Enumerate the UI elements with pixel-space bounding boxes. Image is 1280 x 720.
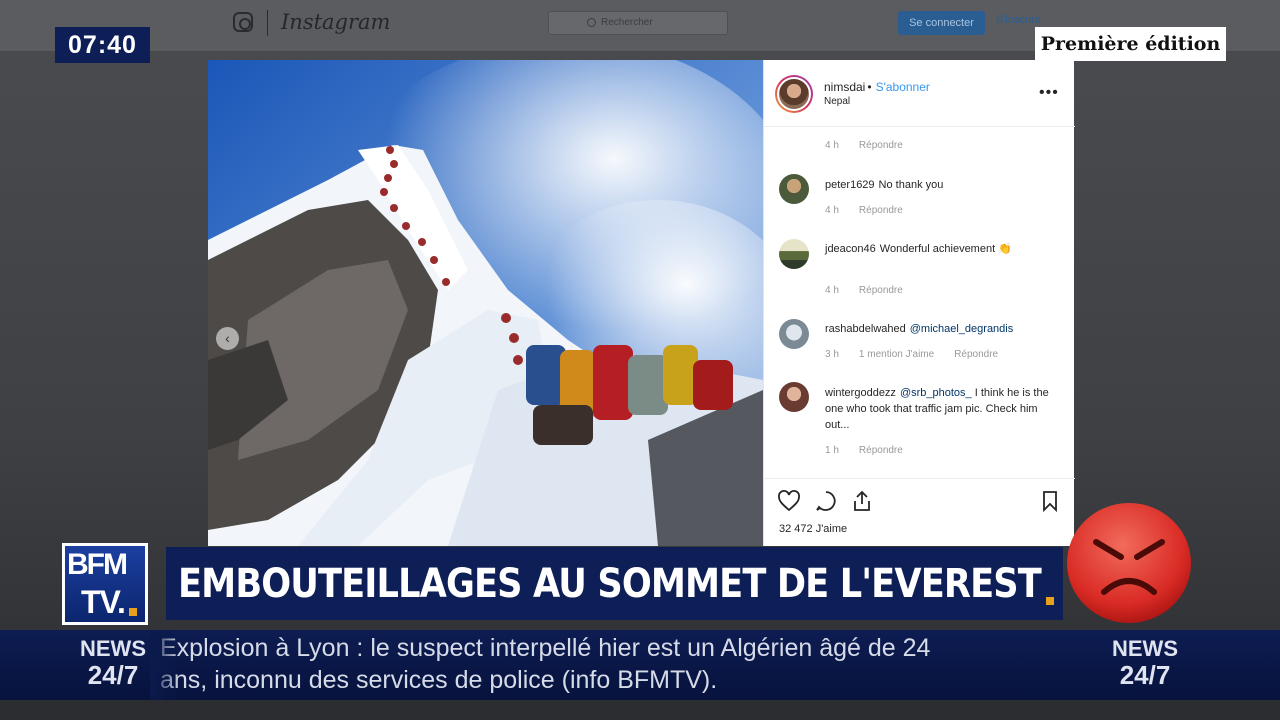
reply-button[interactable]: Répondre	[859, 205, 903, 216]
edition-label: Première édition	[1035, 27, 1226, 61]
comment-text: wintergoddezz @srb_photos_ I think he is …	[825, 387, 1049, 431]
search-placeholder: Rechercher	[601, 17, 653, 28]
follow-button[interactable]: S'abonner	[876, 80, 930, 94]
comment-avatar[interactable]	[779, 382, 809, 412]
share-icon[interactable]	[850, 489, 874, 513]
mention-link[interactable]: @srb_photos_	[900, 387, 972, 399]
logo-line2: TV.	[81, 584, 137, 620]
post-side-panel: nimsdai • S'abonner Nepal ••• 4 h Répondre …	[763, 60, 1075, 546]
comment-meta: 4 h Répondre	[825, 285, 923, 296]
reply-button[interactable]: Répondre	[859, 285, 903, 296]
channel-logo: BFM TV.	[62, 543, 148, 625]
post-actions: 32 472 J'aime	[764, 478, 1075, 546]
author-username[interactable]: nimsdai	[824, 80, 865, 94]
search-input[interactable]: Rechercher	[548, 11, 728, 35]
headline-accent	[1046, 597, 1054, 605]
reply-button[interactable]: Répondre	[859, 445, 903, 456]
headline-text: EMBOUTEILLAGES AU SOMMET DE L'EVEREST	[178, 561, 1042, 607]
post-photo[interactable]	[208, 60, 763, 546]
bottom-strip	[0, 700, 1280, 720]
comment-avatar[interactable]	[779, 319, 809, 349]
comment-meta: 3 h 1 mention J'aime Répondre	[825, 349, 1018, 360]
ticker-line-1: Explosion à Lyon : le suspect interpellé…	[160, 634, 931, 662]
broadcast-clock: 07:40	[55, 27, 150, 63]
signup-link[interactable]: S'inscrire	[996, 14, 1041, 26]
comment-avatar[interactable]	[779, 239, 809, 269]
comments-list: 4 h Répondre peter1629 No thank you 4 h Rép…	[764, 127, 1075, 478]
ticker-fade	[150, 630, 180, 700]
like-count[interactable]: 32 472 J'aime	[779, 523, 847, 535]
comment-username[interactable]: jdeacon46	[825, 243, 876, 255]
mention-link[interactable]: @michael_degrandis	[910, 323, 1014, 335]
comment-time: 1 h	[825, 445, 839, 456]
logo-line1: BFM	[67, 548, 128, 581]
post-author-row: nimsdai • S'abonner Nepal •••	[764, 60, 1075, 127]
comment-avatar[interactable]	[779, 174, 809, 204]
comment-text: peter1629 No thank you	[825, 179, 944, 191]
angry-face-icon	[1067, 503, 1191, 623]
comment-username[interactable]: peter1629	[825, 179, 875, 191]
news-ticker: NEWS 24/7 Explosion à Lyon : le suspect …	[0, 630, 1280, 700]
comment-username[interactable]: rashabdelwahed	[825, 323, 906, 335]
comment-meta: 1 h Répondre	[825, 445, 923, 456]
comment-meta: 4 h Répondre	[825, 205, 923, 216]
comment-time: 4 h	[825, 285, 839, 296]
comment-text: rashabdelwahed @michael_degrandis	[825, 321, 1055, 337]
like-heart-icon[interactable]	[777, 489, 801, 513]
everest-summit-image	[208, 60, 763, 546]
more-options-icon[interactable]: •••	[1039, 84, 1059, 102]
tv-frame: Instagram Rechercher Se connecter S'insc…	[0, 0, 1280, 720]
instagram-camera-icon[interactable]	[233, 12, 253, 32]
headline-banner: EMBOUTEILLAGES AU SOMMET DE L'EVEREST	[166, 547, 1063, 620]
comment-meta: 4 h Répondre	[825, 140, 923, 151]
comment-text: jdeacon46 Wonderful achievement 👏	[825, 243, 1012, 255]
bookmark-icon[interactable]	[1038, 489, 1062, 513]
comment-time: 4 h	[825, 140, 839, 151]
comment-username[interactable]: wintergoddezz	[825, 387, 896, 399]
search-icon	[587, 18, 596, 27]
comment-time: 3 h	[825, 349, 839, 360]
ticker-label-left: NEWS 24/7	[80, 636, 146, 690]
author-avatar[interactable]	[775, 75, 813, 113]
ticker-label-right: NEWS 24/7	[1112, 636, 1178, 690]
comment-time: 4 h	[825, 205, 839, 216]
header-divider	[267, 10, 268, 36]
reply-button[interactable]: Répondre	[859, 140, 903, 151]
ticker-line-2: ans, inconnu des services de police (inf…	[160, 666, 718, 694]
reply-button[interactable]: Répondre	[954, 349, 998, 360]
comment-like-count[interactable]: 1 mention J'aime	[859, 349, 934, 360]
previous-photo-button[interactable]: ‹	[216, 327, 239, 350]
instagram-wordmark[interactable]: Instagram	[281, 10, 390, 34]
comment-icon[interactable]	[814, 489, 838, 513]
login-button[interactable]: Se connecter	[898, 11, 985, 35]
post-location[interactable]: Nepal	[824, 96, 850, 107]
